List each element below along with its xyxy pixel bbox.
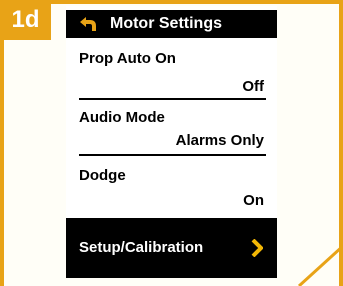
audio-mode-label: Audio Mode (79, 109, 165, 126)
divider (79, 98, 266, 100)
audio-mode-value[interactable]: Alarms Only (176, 132, 264, 149)
step-badge: 1d (0, 0, 51, 40)
screen-title: Motor Settings (110, 15, 222, 32)
frame-border (0, 0, 4, 286)
corner-decoration (297, 244, 343, 286)
setup-calibration-label: Setup/Calibration (79, 239, 204, 256)
prop-auto-on-label: Prop Auto On (79, 50, 176, 67)
setup-calibration-button[interactable]: Setup/Calibration (66, 218, 277, 278)
instruction-frame: 1d Motor Settings Prop Auto On Off Audio… (0, 0, 343, 286)
dodge-value[interactable]: On (243, 192, 264, 209)
chevron-right-icon (251, 239, 263, 257)
prop-auto-on-value[interactable]: Off (242, 78, 264, 95)
dodge-label: Dodge (79, 167, 126, 184)
title-bar: Motor Settings (66, 10, 277, 38)
frame-border (0, 0, 343, 4)
back-arrow-icon[interactable] (78, 16, 98, 32)
device-screen: Motor Settings Prop Auto On Off Audio Mo… (66, 6, 277, 278)
divider (79, 154, 266, 156)
